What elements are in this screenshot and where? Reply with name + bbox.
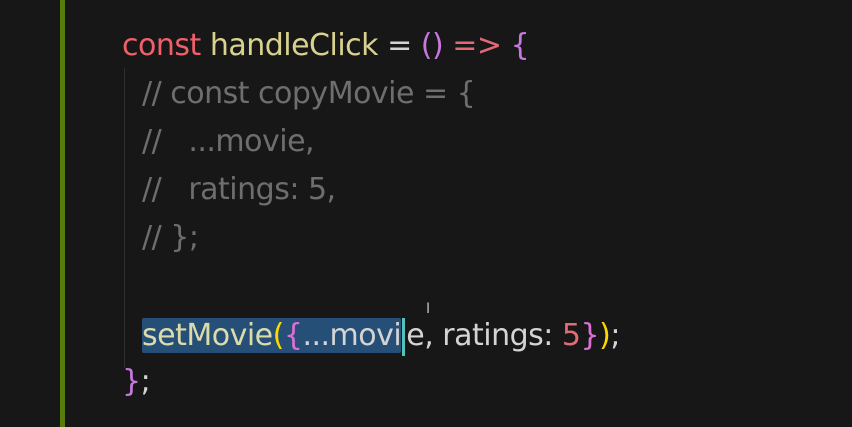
- code-line-5-comment[interactable]: // };: [142, 216, 199, 260]
- function-name: handleClick: [209, 28, 379, 63]
- open-paren: (: [272, 318, 285, 353]
- code-editor[interactable]: const handleClick = () => { // const cop…: [0, 0, 852, 427]
- indent-guide: [124, 68, 125, 368]
- text-cursor: [402, 317, 406, 356]
- text-selection: setMovie({...movi: [142, 318, 402, 353]
- arrow-operator: =>: [452, 28, 502, 63]
- code-line-1[interactable]: const handleClick = () => {: [122, 24, 530, 68]
- open-brace: {: [510, 28, 530, 63]
- code-line-3-comment[interactable]: // ...movie,: [142, 120, 315, 164]
- spread-identifier: ...movi: [302, 318, 402, 353]
- number-literal: 5: [561, 318, 581, 353]
- operator-equals: =: [387, 28, 412, 63]
- parameter-parens: (): [420, 28, 444, 63]
- semicolon: ;: [610, 318, 620, 353]
- close-paren: ): [599, 318, 611, 353]
- semicolon: ;: [140, 364, 151, 399]
- function-call-name: setMovie: [142, 318, 273, 353]
- code-line-7[interactable]: setMovie({...movi e, ratings: 5});: [142, 314, 620, 358]
- code-line-2-comment[interactable]: // const copyMovie = {: [142, 72, 476, 116]
- git-modified-gutter-bar: [60, 0, 65, 427]
- mouse-ibeam-cursor-icon: I: [426, 301, 431, 317]
- close-brace: }: [122, 364, 141, 399]
- property-text: , ratings:: [424, 318, 562, 353]
- object-close-brace: }: [580, 318, 600, 353]
- keyword-const: const: [122, 28, 201, 63]
- object-open-brace: {: [283, 318, 303, 353]
- identifier-tail: e: [406, 318, 425, 353]
- code-line-8[interactable]: };: [122, 360, 151, 404]
- code-line-4-comment[interactable]: // ratings: 5,: [142, 168, 336, 212]
